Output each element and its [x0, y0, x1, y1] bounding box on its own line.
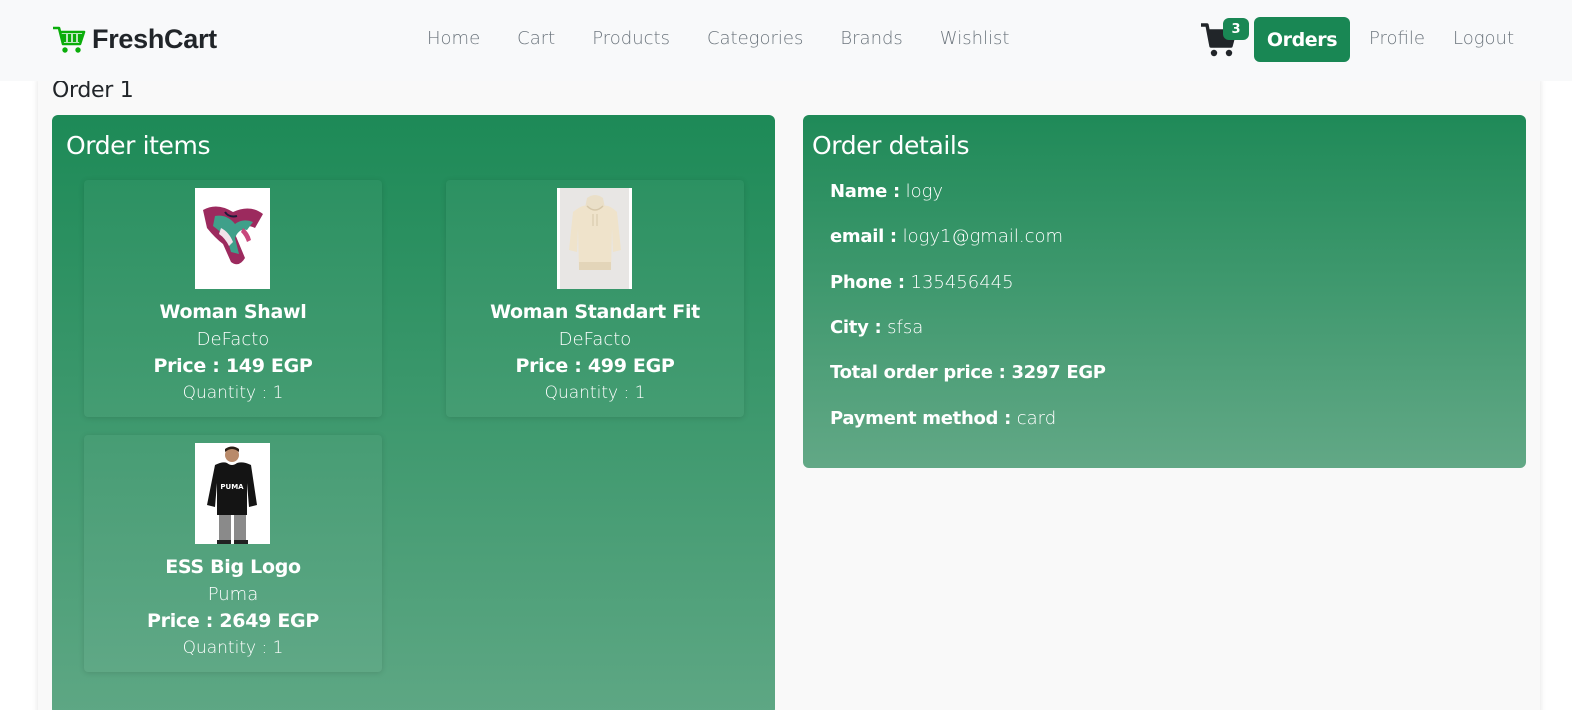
- order-items-heading: Order items: [66, 131, 211, 160]
- item-brand: DeFacto: [558, 329, 632, 350]
- item-price: Price : 2649 EGP: [147, 610, 319, 632]
- item-title: Woman Shawl: [159, 301, 307, 323]
- item-quantity: Quantity : 1: [182, 638, 284, 658]
- order-items-panel: Order items Woman Shawl DeFacto Price : …: [52, 115, 775, 710]
- logout-link[interactable]: Logout: [1453, 28, 1514, 49]
- nav-right: 3 Orders Profile Logout: [1192, 17, 1572, 62]
- cart-logo-icon: [53, 26, 86, 53]
- detail-email-value: logy1@gmail.com: [902, 226, 1064, 247]
- nav-link-products[interactable]: Products: [592, 28, 670, 49]
- detail-name-value: logy: [905, 181, 944, 202]
- product-image-hoodie: [557, 188, 632, 289]
- item-brand: DeFacto: [196, 329, 270, 350]
- brand-logo[interactable]: FreshCart: [52, 24, 217, 55]
- detail-payment: Payment method : card: [830, 408, 1056, 429]
- nav-link-brands[interactable]: Brands: [840, 28, 902, 49]
- detail-city-label: City :: [830, 317, 882, 338]
- detail-payment-label: Payment method :: [830, 408, 1011, 429]
- detail-payment-value: card: [1016, 408, 1057, 429]
- order-details-panel: Order details Name : logy email : logy1@…: [803, 115, 1526, 468]
- orders-button[interactable]: Orders: [1254, 17, 1350, 62]
- item-price: Price : 499 EGP: [515, 355, 675, 377]
- detail-phone-value: 135456445: [910, 272, 1014, 293]
- item-quantity: Quantity : 1: [182, 383, 284, 403]
- order-item-card[interactable]: PUMA ESS Big Logo Puma Price : 2649 EGP …: [84, 435, 382, 672]
- order-item-card[interactable]: Woman Standart Fit DeFacto Price : 499 E…: [446, 180, 744, 417]
- detail-total-label: Total order price : 3297 EGP: [830, 362, 1106, 383]
- detail-total: Total order price : 3297 EGP: [830, 362, 1106, 383]
- detail-phone-label: Phone :: [830, 272, 905, 293]
- detail-phone: Phone : 135456445: [830, 272, 1014, 293]
- item-title: ESS Big Logo: [165, 556, 301, 578]
- nav-links: Home Cart Products Categories Brands Wis…: [427, 28, 1046, 49]
- nav-link-wishlist[interactable]: Wishlist: [940, 28, 1010, 49]
- profile-link[interactable]: Profile: [1369, 28, 1425, 49]
- detail-city: City : sfsa: [830, 317, 923, 338]
- detail-name-label: Name :: [830, 181, 900, 202]
- product-image-puma-hoodie: PUMA: [195, 443, 270, 544]
- detail-name: Name : logy: [830, 181, 943, 202]
- product-image-shawl: [195, 188, 270, 289]
- cart-count-badge: 3: [1223, 18, 1249, 40]
- order-title: Order 1: [52, 78, 134, 103]
- detail-email-label: email :: [830, 226, 897, 247]
- item-quantity: Quantity : 1: [544, 383, 646, 403]
- item-brand: Puma: [207, 584, 259, 605]
- detail-city-value: sfsa: [887, 317, 924, 338]
- order-details-heading: Order details: [812, 131, 970, 160]
- item-price: Price : 149 EGP: [153, 355, 313, 377]
- navbar: FreshCart Home Cart Products Categories …: [0, 0, 1572, 81]
- nav-link-cart[interactable]: Cart: [517, 28, 555, 49]
- nav-link-home[interactable]: Home: [427, 28, 480, 49]
- svg-text:PUMA: PUMA: [220, 483, 244, 491]
- brand-name: FreshCart: [92, 24, 217, 54]
- order-item-card[interactable]: Woman Shawl DeFacto Price : 149 EGP Quan…: [84, 180, 382, 417]
- cart-button[interactable]: 3: [1200, 18, 1250, 59]
- nav-link-categories[interactable]: Categories: [707, 28, 803, 49]
- item-title: Woman Standart Fit: [490, 301, 700, 323]
- detail-email: email : logy1@gmail.com: [830, 226, 1063, 247]
